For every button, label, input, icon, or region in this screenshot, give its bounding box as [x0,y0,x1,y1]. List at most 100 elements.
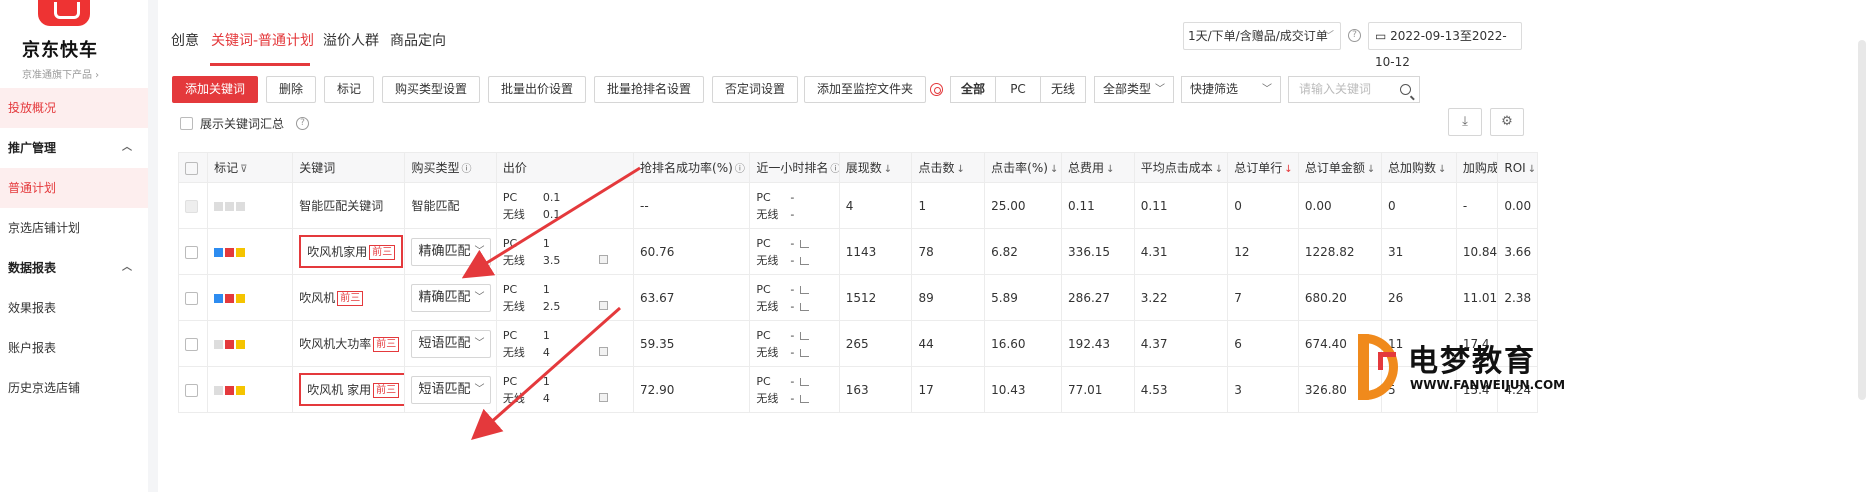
col-order-amount[interactable]: 总订单金额 ↓ [1297,152,1383,183]
chart-icon[interactable] [800,331,810,340]
sidebar-item-overview[interactable]: 投放概况 [0,88,148,128]
target-icon[interactable] [930,83,943,96]
mark-swatch[interactable] [214,293,224,303]
mark-swatch[interactable] [236,385,246,395]
help-icon[interactable]: ? [1348,29,1361,42]
wireless-bid-value[interactable]: 4 [543,344,550,361]
sidebar-group-reports[interactable]: 数据报表 ︿ [0,248,148,288]
pc-bid-value[interactable]: 0.1 [543,189,561,206]
bid-cell[interactable]: PC 1 无线 4 [495,320,635,367]
buy-type-settings-button[interactable]: 购买类型设置 [382,76,480,103]
table-row[interactable]: 智能匹配关键词 智能匹配 PC 0.1 无线 0.1 -- PC - 无线 -4 1 25.00 0.11… [177,182,1538,229]
add-keyword-button[interactable]: 添加关键词 [172,76,258,103]
mark-swatch[interactable] [225,201,235,211]
quick-filter-select[interactable]: 快捷筛选 ﹀ [1181,76,1281,103]
bid-cell[interactable]: PC 1 无线 3.5 [495,228,635,275]
sort-icon[interactable]: ↓ [1528,164,1536,175]
pc-bid-value[interactable]: 1 [543,235,550,252]
bid-cell[interactable]: PC 0.1 无线 0.1 [495,182,635,229]
help-icon[interactable]: ⓘ [830,164,838,175]
edit-icon[interactable] [598,300,608,310]
type-filter-select[interactable]: 全部类型 ﹀ [1094,76,1174,103]
match-type-select[interactable]: 短语匹配 ﹀ [411,329,492,358]
brand-subtitle[interactable]: 京准通旗下产品 › [22,66,99,81]
row-select[interactable] [177,320,209,367]
table-row[interactable]: 吹风机大功率 前三 短语匹配 ﹀ PC 1 无线 4 59.35 PC - 无线 -265 44 16.60… [177,320,1538,367]
tab-keyword-normal-plan[interactable]: 关键词-普通计划 [211,30,314,50]
sort-icon[interactable]: ↓ [1050,164,1058,175]
bid-cell[interactable]: PC 1 无线 4 [495,366,635,413]
edit-icon[interactable] [598,254,608,264]
mark-swatch[interactable] [225,385,235,395]
gear-icon[interactable]: ⚙ [1490,108,1524,136]
edit-icon[interactable] [598,392,608,402]
row-checkbox[interactable] [185,383,198,397]
tab-creative[interactable]: 创意 [171,30,199,50]
col-clicks[interactable]: 点击数 ↓ [911,152,986,183]
sidebar-item-normal-plan[interactable]: 普通计划 [0,168,148,208]
date-range-picker[interactable]: ▭ 2022-09-13至2022-10-12 [1368,22,1522,69]
keyword-search-input[interactable]: 请输入关键词 [1288,76,1420,103]
sort-icon[interactable]: ↓ [1215,164,1223,175]
search-icon[interactable] [1400,84,1411,95]
sort-icon[interactable]: ↓ [956,164,964,175]
sidebar-item-effect-report[interactable]: 效果报表 [0,288,148,328]
mark-swatch[interactable] [236,339,246,349]
row-select[interactable] [177,228,209,275]
mark-swatch[interactable] [214,385,224,395]
chart-icon[interactable] [800,377,810,386]
sort-icon[interactable]: ↓ [884,164,892,175]
match-type-select[interactable]: 短语匹配 ﹀ [411,375,492,404]
col-orders[interactable]: 总订单行 ↓ [1227,152,1299,183]
wireless-bid-value[interactable]: 2.5 [543,298,561,315]
mark-swatch[interactable] [236,247,246,257]
row-select[interactable] [177,274,209,321]
filter-pc[interactable]: PC [995,76,1041,103]
col-impressions[interactable]: 展现数 ↓ [838,152,913,183]
batch-bid-button[interactable]: 批量出价设置 [488,76,586,103]
mark-swatch[interactable] [214,201,224,211]
mark-swatch[interactable] [236,293,246,303]
table-row[interactable]: 吹风机 家用 前三 短语匹配 ﹀ PC 1 无线 4 72.90 PC - 无线 -163 17 10.43… [177,366,1538,413]
row-checkbox[interactable] [185,337,198,351]
sidebar-group-promotion[interactable]: 推广管理 ︿ [0,128,148,168]
sort-icon[interactable]: ↓ [1284,164,1292,175]
chart-icon[interactable] [800,285,810,294]
sort-icon[interactable]: ↓ [1367,164,1375,175]
chart-icon[interactable] [800,302,810,311]
sort-icon[interactable]: ↓ [1438,164,1446,175]
attribution-range-select[interactable]: 1天/下单/含赠品/成交订单 ﹀ [1183,22,1341,50]
help-icon[interactable]: ⓘ [461,164,471,175]
col-roi[interactable]: ROI ↓ [1497,152,1538,183]
chart-icon[interactable] [800,348,810,357]
row-select[interactable] [177,366,209,413]
filter-all[interactable]: 全部 [950,76,996,103]
col-ctr[interactable]: 点击率(%) ↓ [984,152,1063,183]
wireless-bid-value[interactable]: 4 [543,390,550,407]
sort-icon[interactable]: ↓ [1106,164,1114,175]
tab-product-targeting[interactable]: 商品定向 [390,30,446,50]
chart-icon[interactable] [800,256,810,265]
chart-icon[interactable] [800,239,810,248]
table-row[interactable]: 吹风机家用 前三 精确匹配 ﹀ PC 1 无线 3.5 60.76 PC - 无线 -1143 78 6.8… [177,228,1538,275]
pc-bid-value[interactable]: 1 [543,373,550,390]
mark-swatch[interactable] [225,339,235,349]
delete-button[interactable]: 删除 [266,76,316,103]
row-select[interactable] [177,182,209,229]
summary-checkbox[interactable] [180,117,193,130]
mark-swatch[interactable] [214,247,224,257]
mark-swatch[interactable] [225,247,235,257]
pc-bid-value[interactable]: 1 [543,281,550,298]
col-cpc[interactable]: 平均点击成本 ↓ [1133,152,1229,183]
mark-swatch[interactable] [236,201,246,211]
row-checkbox[interactable] [185,291,198,305]
pc-bid-value[interactable]: 1 [543,327,550,344]
row-checkbox[interactable] [185,245,198,259]
scrollbar[interactable] [1858,40,1866,400]
col-cost[interactable]: 总费用 ↓ [1061,152,1135,183]
col-cart-cost[interactable]: 加购成本↓ [1455,152,1499,183]
add-to-monitor-button[interactable]: 添加至监控文件夹 [804,76,926,103]
bid-cell[interactable]: PC 1 无线 2.5 [495,274,635,321]
col-carts[interactable]: 总加购数 ↓ [1381,152,1457,183]
table-row[interactable]: 吹风机 前三 精确匹配 ﹀ PC 1 无线 2.5 63.67 PC - 无线 -1512 89 5.89 2… [177,274,1538,321]
